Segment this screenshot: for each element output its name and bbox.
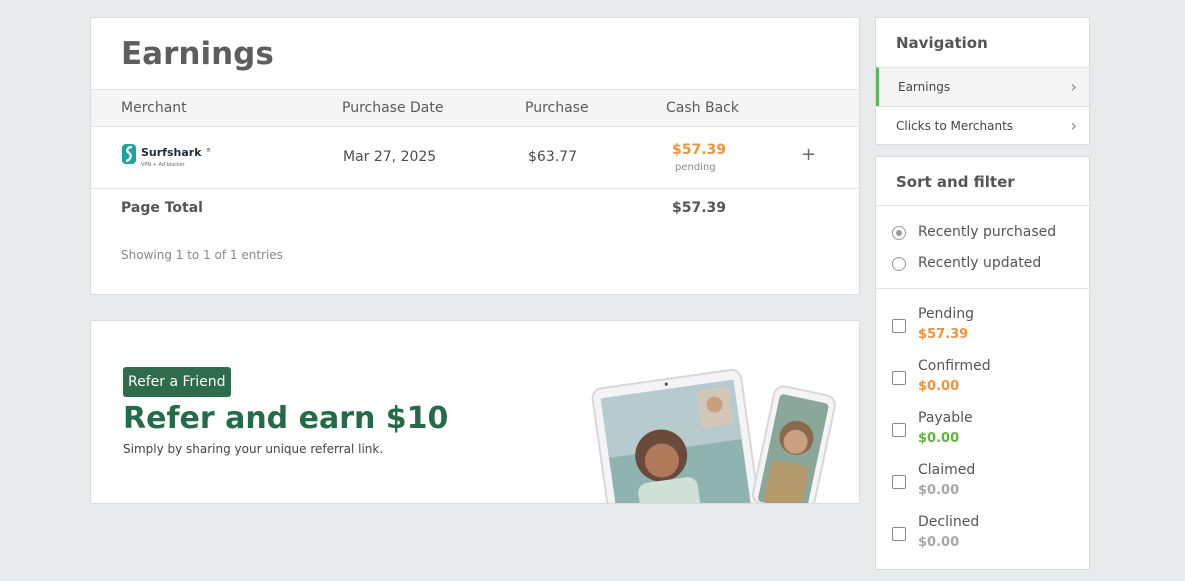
- filter-label: Pending: [918, 306, 974, 322]
- merchant-name: Surfshark: [141, 146, 202, 159]
- referral-banner[interactable]: Refer a Friend Refer and earn $10 Simply…: [90, 320, 860, 504]
- checkbox-icon[interactable]: [892, 527, 906, 541]
- filter-label: Confirmed: [918, 358, 991, 374]
- column-purchase[interactable]: Purchase: [525, 100, 589, 116]
- sort-option-label: Recently updated: [918, 255, 1042, 271]
- entries-info: Showing 1 to 1 of 1 entries: [121, 248, 283, 262]
- filter-declined[interactable]: Declined $0.00: [892, 514, 1072, 558]
- page-title: Earnings: [121, 36, 274, 72]
- nav-item-label: Earnings: [898, 80, 951, 94]
- page-total-value: $57.39: [672, 200, 727, 216]
- earnings-card: Earnings Merchant Purchase Date Purchase…: [90, 17, 860, 295]
- purchase-amount: $63.77: [528, 149, 577, 165]
- chevron-right-icon: ›: [1070, 77, 1077, 96]
- checkbox-icon[interactable]: [892, 423, 906, 437]
- checkbox-icon[interactable]: [892, 475, 906, 489]
- filter-pending[interactable]: Pending $57.39: [892, 306, 1072, 350]
- checkbox-icon[interactable]: [892, 319, 906, 333]
- purchase-date: Mar 27, 2025: [343, 149, 437, 165]
- filter-label: Payable: [918, 410, 973, 426]
- radio-icon[interactable]: [892, 257, 906, 271]
- radio-selected-icon[interactable]: [892, 226, 906, 240]
- filter-amount: $0.00: [918, 483, 960, 498]
- page-total-label: Page Total: [121, 200, 203, 216]
- nav-item-earnings[interactable]: Earnings ›: [876, 67, 1089, 106]
- filter-amount: $0.00: [918, 379, 960, 394]
- refer-subtitle: Simply by sharing your unique referral l…: [123, 442, 384, 456]
- sort-filter-panel: Sort and filter Recently purchased Recen…: [875, 156, 1090, 570]
- sort-filter-title: Sort and filter: [896, 173, 1015, 191]
- expand-row-button[interactable]: +: [801, 144, 816, 165]
- refer-title: Refer and earn $10: [123, 401, 449, 436]
- page-total-row: Page Total $57.39: [91, 190, 859, 226]
- filter-payable[interactable]: Payable $0.00: [892, 410, 1072, 454]
- checkbox-icon[interactable]: [892, 371, 906, 385]
- filter-confirmed[interactable]: Confirmed $0.00: [892, 358, 1072, 402]
- divider: [876, 205, 1089, 206]
- refer-badge: Refer a Friend: [123, 367, 231, 397]
- filter-claimed[interactable]: Claimed $0.00: [892, 462, 1072, 506]
- divider: [876, 288, 1089, 289]
- filter-label: Claimed: [918, 462, 976, 478]
- sort-option-label: Recently purchased: [918, 224, 1057, 240]
- nav-item-clicks-to-merchants[interactable]: Clicks to Merchants ›: [876, 106, 1089, 145]
- filter-amount: $57.39: [918, 327, 969, 342]
- filter-label: Declined: [918, 514, 980, 530]
- column-purchase-date[interactable]: Purchase Date: [342, 100, 444, 116]
- cash-back-status: pending: [675, 162, 716, 173]
- navigation-title: Navigation: [896, 34, 988, 52]
- column-cash-back[interactable]: Cash Back: [666, 100, 739, 116]
- cash-back-amount: $57.39: [672, 142, 727, 158]
- filter-amount: $0.00: [918, 431, 960, 446]
- surfshark-logo[interactable]: Surfshark ® VPN + Ad blocker: [122, 144, 212, 170]
- svg-text:®: ®: [206, 147, 211, 154]
- merchant-tagline: VPN + Ad blocker: [141, 162, 186, 168]
- table-row[interactable]: Surfshark ® VPN + Ad blocker Mar 27, 202…: [91, 127, 859, 189]
- chevron-right-icon: ›: [1070, 116, 1077, 135]
- filter-amount: $0.00: [918, 535, 960, 550]
- table-header: Merchant Purchase Date Purchase Cash Bac…: [91, 89, 859, 127]
- devices-illustration: [591, 359, 841, 503]
- nav-item-label: Clicks to Merchants: [896, 119, 1014, 133]
- column-merchant[interactable]: Merchant: [121, 100, 187, 116]
- navigation-panel: Navigation Earnings › Clicks to Merchant…: [875, 17, 1090, 145]
